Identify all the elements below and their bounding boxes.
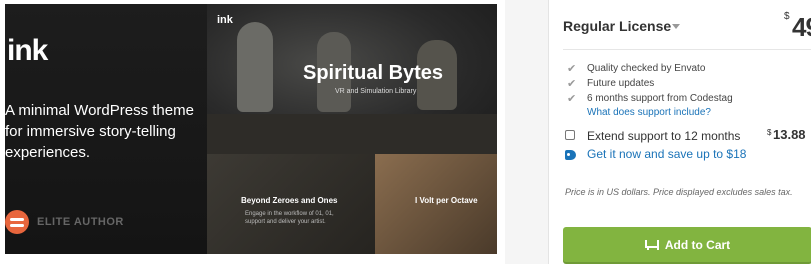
extend-support-label[interactable]: Extend support to 12 months	[587, 129, 740, 143]
check-icon: ✔	[567, 63, 577, 75]
screenshot-logo: ink	[217, 14, 233, 26]
price-amount: 49	[792, 12, 811, 42]
license-label[interactable]: Regular License	[563, 18, 671, 34]
feature-item: ✔ Quality checked by Envato	[565, 61, 733, 76]
add-to-cart-label: Add to Cart	[664, 237, 731, 252]
promo-tagline: A minimal WordPress theme for immersive …	[5, 102, 194, 161]
extend-promo-link[interactable]: Get it now and save up to $18	[587, 147, 746, 161]
screenshot-tile-b: I Volt per Octave	[375, 154, 497, 254]
feature-text: Future updates	[587, 78, 655, 89]
license-selector[interactable]: Regular License $ 49	[563, 10, 811, 50]
price-note: Price is in US dollars. Price displayed …	[565, 187, 793, 197]
screenshot-main: ink Spiritual Bytes VR and Simulation Li…	[207, 4, 497, 154]
screenshot-title: Spiritual Bytes	[303, 62, 444, 84]
elite-author-icon	[5, 210, 29, 234]
feature-item: ✔ 6 months support from Codestag	[565, 91, 733, 106]
check-icon: ✔	[567, 78, 577, 90]
item-purchase-page: ink A minimal WordPress theme for immers…	[0, 0, 811, 264]
extend-price-currency: $	[767, 128, 772, 137]
tile-b-title: I Volt per Octave	[415, 196, 478, 205]
feature-item: ✔ Future updates	[565, 76, 733, 91]
chevron-down-icon[interactable]	[672, 24, 680, 29]
promo-logo: ink	[7, 34, 48, 67]
extend-support-option: Extend support to 12 months $ 13.88 Get …	[565, 127, 811, 165]
stage-floor	[207, 114, 497, 154]
promo-panel: ink A minimal WordPress theme for immers…	[5, 4, 207, 254]
tile-a-title: Beyond Zeroes and Ones	[241, 196, 338, 205]
feature-text: 6 months support from Codestag	[587, 93, 733, 104]
feature-list: ✔ Quality checked by Envato ✔ Future upd…	[565, 61, 733, 120]
tag-icon	[565, 150, 576, 160]
feature-text: Quality checked by Envato	[587, 63, 706, 74]
extend-support-checkbox[interactable]	[565, 130, 575, 140]
theme-preview-image[interactable]: ink A minimal WordPress theme for immers…	[5, 4, 497, 254]
screenshot-tile-a: Beyond Zeroes and Ones Engage in the wor…	[207, 154, 375, 254]
check-icon: ✔	[567, 93, 577, 105]
musician-figure	[237, 22, 273, 112]
add-to-cart-button[interactable]: Add to Cart	[563, 227, 811, 262]
cart-icon	[644, 239, 659, 250]
support-info-link[interactable]: What does support include?	[587, 106, 733, 120]
elite-author-label: ELITE AUTHOR	[37, 216, 124, 228]
preview-card: ink A minimal WordPress theme for immers…	[0, 0, 505, 264]
elite-author-badge: ELITE AUTHOR	[5, 210, 124, 234]
extend-price: 13.88	[773, 127, 806, 142]
purchase-panel: Regular License $ 49 ✔ Quality checked b…	[548, 0, 811, 264]
tile-a-description: Engage in the workflow of 01, 01, suppor…	[245, 211, 334, 225]
price-currency: $	[784, 11, 790, 22]
screenshot-subtitle: VR and Simulation Library	[335, 88, 417, 95]
